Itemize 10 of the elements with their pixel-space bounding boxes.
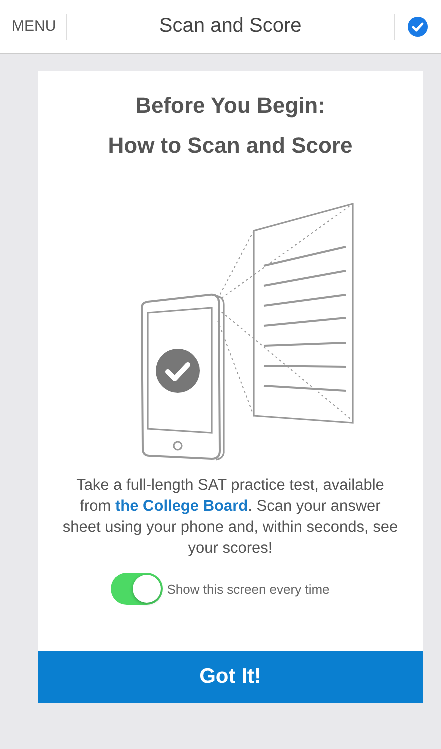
check-icon[interactable] xyxy=(407,16,429,38)
toggle-switch[interactable] xyxy=(111,573,164,605)
college-board-link[interactable]: the College Board xyxy=(115,498,248,515)
heading-text: How to Scan and Score xyxy=(108,133,353,159)
screen-title: Scan and Score xyxy=(158,15,303,38)
instructions-text: Take a full-length SAT practice test, available from the College Board. Scan your answer sheet using your phone and, within seconds, see your scores! xyxy=(62,476,400,559)
toggle-label: Show this screen every time xyxy=(167,582,330,596)
menu-button[interactable]: MENU xyxy=(12,14,68,40)
heading-text: Before You Begin: xyxy=(136,93,326,119)
got-it-button[interactable]: Got It! xyxy=(38,651,423,703)
